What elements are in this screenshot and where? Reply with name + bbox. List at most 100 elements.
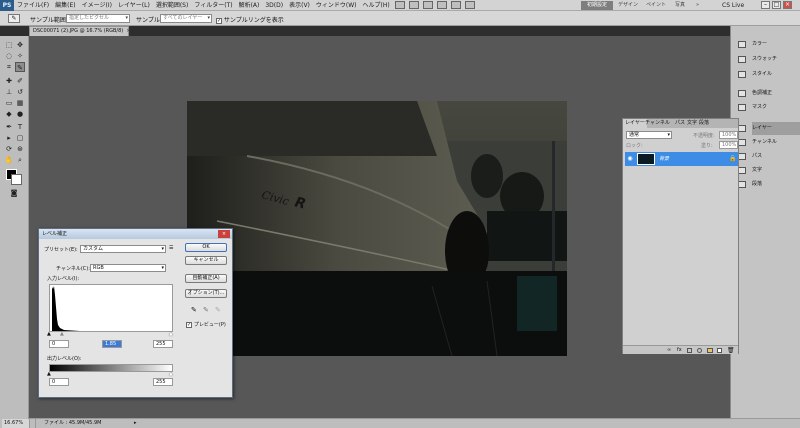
document-image[interactable]: Civic R [187,101,567,356]
output-black-slider[interactable]: ▲ [47,372,51,377]
menu-edit[interactable]: 編集(E) [52,0,78,11]
link-icon[interactable]: ∞ [667,347,671,353]
show-sample-ring-checkbox[interactable]: ✓ [216,17,222,24]
preview-checkbox[interactable]: ✓ [186,321,192,328]
layer-row[interactable]: ◉ 背景 🔒 [625,152,738,166]
menu-help[interactable]: ヘルプ(H) [360,0,393,11]
auto-button[interactable]: 自動補正(A) [185,274,227,283]
workspace-paint[interactable]: ペイント [646,0,666,11]
dock-masks[interactable]: マスク [738,101,800,114]
3d-rotate-tool-icon[interactable]: ⟳ [4,144,14,154]
dock-character[interactable]: 文字 [738,164,800,177]
workspace-essentials-button[interactable]: 初期設定 [581,1,613,10]
gradient-tool-icon[interactable]: ▦ [15,98,25,108]
3d-orbit-tool-icon[interactable]: ⊛ [15,144,25,154]
menu-analysis[interactable]: 解析(A) [236,0,263,11]
output-white-slider[interactable]: ▲ [169,372,173,377]
ok-button[interactable]: OK [185,243,227,252]
dock-swatches[interactable]: スウォッチ [738,53,800,66]
workspace-photo[interactable]: 写真 [675,0,685,11]
zoom-tool-icon[interactable]: ⌕ [15,155,25,165]
close-document-icon[interactable]: × [126,28,130,34]
eyedropper-tool-preset-icon[interactable]: ✎ [8,14,20,23]
menu-layer[interactable]: レイヤー(L) [115,0,153,11]
zoom-level-field[interactable]: 16.67% [2,419,30,428]
preset-select[interactable]: カスタム [80,245,166,253]
clone-stamp-tool-icon[interactable]: ⊥ [4,87,14,97]
dodge-tool-icon[interactable]: ● [15,109,25,119]
close-window-button[interactable]: × [783,1,792,9]
tab-paragraph[interactable]: 段落 [697,119,711,128]
output-white-field[interactable]: 255 [153,378,173,386]
status-menu-arrow-icon[interactable]: ▸ [134,419,137,428]
output-slider-track[interactable]: ▲ ▲ [47,372,173,377]
lasso-tool-icon[interactable]: ◌ [4,51,14,61]
fx-icon[interactable]: fx [677,347,682,353]
marquee-tool-icon[interactable]: ⬚ [4,40,14,50]
workspace-more-icon[interactable]: » [696,0,699,11]
hand-tool-icon[interactable] [436,1,447,9]
input-slider-track[interactable]: ▲ ▲ ▲ [47,332,173,337]
eye-visibility-icon[interactable]: ◉ [626,155,634,163]
input-black-field[interactable]: 0 [49,340,69,348]
sample-size-select[interactable]: 指定したピクセル [66,14,130,23]
document-tab[interactable]: DSC00071 (2).JPG @ 16.7% (RGB/8) × [29,26,130,36]
dock-layers[interactable]: レイヤー [738,122,800,135]
layer-name[interactable]: 背景 [659,155,669,162]
cancel-button[interactable]: キャンセル [185,256,227,265]
quick-selection-tool-icon[interactable]: ✧ [15,51,25,61]
output-black-field[interactable]: 0 [49,378,69,386]
dock-color[interactable]: カラー [738,38,800,51]
fill-field[interactable]: 100% [719,141,738,149]
channel-select[interactable]: RGB [90,264,166,272]
bridge-icon[interactable] [394,1,405,9]
minimize-button[interactable]: – [761,1,770,9]
dock-paths[interactable]: パス [738,150,800,163]
history-brush-tool-icon[interactable]: ↺ [15,87,25,97]
spot-healing-tool-icon[interactable]: ✚ [4,76,14,86]
dock-adjustments[interactable]: 色調補正 [738,87,800,100]
input-gamma-field[interactable]: 1.85 [102,340,122,348]
menu-image[interactable]: イメージ(I) [79,0,115,11]
dock-styles[interactable]: スタイル [738,68,800,81]
menu-3d[interactable]: 3D(D) [262,0,286,11]
quick-mask-icon[interactable]: ◙ [9,188,19,198]
menu-select[interactable]: 選択範囲(S) [153,0,192,11]
input-gamma-slider[interactable]: ▲ [60,332,64,337]
levels-close-button[interactable]: × [218,230,230,238]
move-tool-icon[interactable]: ✥ [15,40,25,50]
mini-bridge-icon[interactable] [408,1,419,9]
gray-point-eyedropper-icon[interactable]: ✎ [203,306,209,314]
eyedropper-tool-icon[interactable]: ✎ [15,62,25,72]
group-icon[interactable] [707,348,713,353]
black-point-eyedropper-icon[interactable]: ✎ [191,306,197,314]
menu-view[interactable]: 表示(V) [286,0,313,11]
input-black-slider[interactable]: ▲ [47,332,51,337]
zoom-level-icon[interactable] [422,1,433,9]
white-point-eyedropper-icon[interactable]: ✎ [215,306,221,314]
menu-window[interactable]: ウィンドウ(W) [313,0,360,11]
adjustment-icon[interactable] [697,348,702,353]
preview-option[interactable]: ✓ プレビュー(P) [186,321,226,328]
mask-icon[interactable] [687,348,692,353]
menu-filter[interactable]: フィルター(T) [191,0,235,11]
arrange-documents-icon[interactable] [450,1,461,9]
workspace-design[interactable]: デザイン [618,0,638,11]
dock-paragraph[interactable]: 段落 [738,178,800,191]
hand-tool-icon[interactable]: ✋ [4,155,14,165]
type-tool-icon[interactable]: T [15,122,25,132]
screen-mode-icon[interactable] [464,1,475,9]
tab-channels[interactable]: チャンネル [643,119,672,128]
preset-options-icon[interactable]: ☰ [169,245,173,251]
show-sample-ring-option[interactable]: ✓ サンプルリングを表示 [216,15,284,24]
options-button[interactable]: オプション(T)... [185,289,227,298]
maximize-button[interactable]: □ [772,1,781,9]
input-white-field[interactable]: 255 [153,340,173,348]
new-layer-icon[interactable] [717,348,722,353]
cs-live-button[interactable]: CS Live [722,0,744,11]
crop-tool-icon[interactable]: ⌗ [4,62,14,72]
dock-channels[interactable]: チャンネル [738,136,800,149]
opacity-field[interactable]: 100% [719,131,738,139]
pen-tool-icon[interactable]: ✒ [4,122,14,132]
blur-tool-icon[interactable]: ◆ [4,109,14,119]
